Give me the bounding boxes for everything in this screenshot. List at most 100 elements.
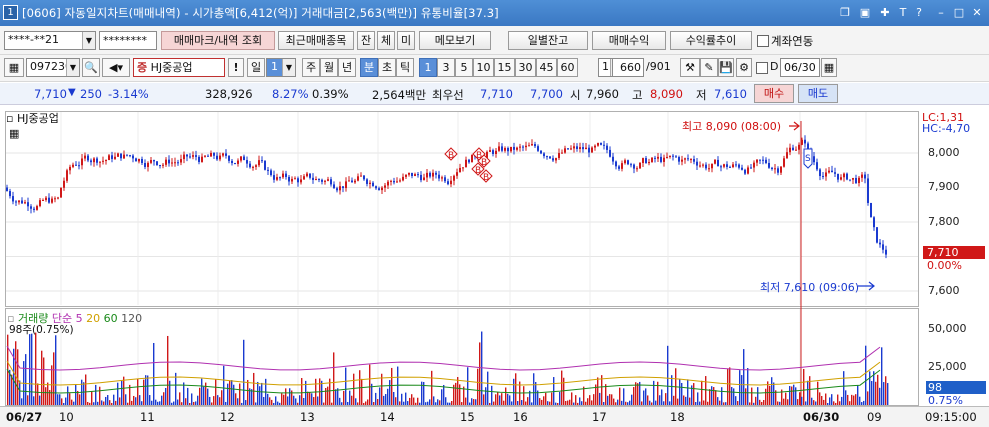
period-minute[interactable]: 분 bbox=[360, 58, 378, 77]
date-field[interactable]: 06/30 bbox=[780, 58, 820, 77]
volume-bar bbox=[187, 387, 189, 405]
candle-body bbox=[612, 156, 614, 162]
alert-icon[interactable]: ! bbox=[228, 58, 244, 77]
minute-3[interactable]: 3 bbox=[437, 58, 455, 77]
balance-button[interactable]: 잔 bbox=[357, 31, 375, 50]
stock-code-select[interactable]: 097230 ▼ bbox=[26, 58, 80, 77]
account-link-checkbox[interactable] bbox=[757, 35, 769, 47]
volume-bar bbox=[793, 384, 795, 405]
sell-button[interactable]: 매도 bbox=[798, 84, 838, 103]
candle-body bbox=[111, 155, 113, 159]
volume-bar bbox=[839, 401, 841, 405]
memo-button[interactable]: 메모보기 bbox=[419, 31, 491, 50]
volume-bar bbox=[157, 401, 159, 405]
pin-icon[interactable]: ✚ bbox=[878, 5, 892, 20]
volume-bar bbox=[397, 366, 399, 405]
volume-bar bbox=[37, 383, 39, 405]
window-restore-icon[interactable]: ❐ bbox=[838, 5, 852, 20]
volume-bar bbox=[63, 402, 65, 405]
candle-body bbox=[660, 156, 662, 162]
count-field[interactable]: 660 bbox=[612, 58, 644, 77]
candle-body bbox=[24, 202, 26, 204]
volume-bar bbox=[85, 374, 87, 405]
candle-body bbox=[423, 177, 425, 181]
date-checkbox[interactable] bbox=[756, 62, 768, 74]
trade-profit-button[interactable]: 매매수익 bbox=[592, 31, 666, 50]
candle-body bbox=[531, 144, 533, 146]
gear-icon[interactable]: ⚙ bbox=[736, 58, 752, 77]
recent-trades-button[interactable]: 최근매매종목 bbox=[278, 31, 354, 50]
candle-body bbox=[573, 146, 575, 149]
period-year[interactable]: 년 bbox=[338, 58, 356, 77]
candle-body bbox=[87, 155, 89, 161]
minute-30[interactable]: 30 bbox=[515, 58, 536, 77]
volume-bar bbox=[451, 401, 453, 405]
close-icon[interactable]: ✕ bbox=[970, 5, 984, 20]
period-value-select[interactable]: 1 ▼ bbox=[266, 58, 296, 77]
font-icon[interactable]: T bbox=[896, 5, 910, 20]
unfilled-button[interactable]: 미 bbox=[397, 31, 415, 50]
volume-bar bbox=[341, 402, 343, 405]
minute-1[interactable]: 1 bbox=[419, 58, 437, 77]
layout-icon[interactable]: ▦ bbox=[4, 58, 24, 77]
volume-bar bbox=[179, 392, 181, 405]
draw-icon[interactable]: ✎ bbox=[700, 58, 718, 77]
candle-body bbox=[720, 166, 722, 168]
maximize-icon[interactable]: □ bbox=[952, 5, 966, 20]
window-tile-icon[interactable]: ▣ bbox=[858, 5, 872, 20]
minute-45[interactable]: 45 bbox=[536, 58, 557, 77]
candle-body bbox=[201, 156, 203, 162]
volume-bar bbox=[721, 387, 723, 405]
minute-15[interactable]: 15 bbox=[494, 58, 515, 77]
buy-button[interactable]: 매수 bbox=[754, 84, 794, 103]
candle-body bbox=[135, 158, 137, 162]
minute-5[interactable]: 5 bbox=[455, 58, 473, 77]
speaker-icon[interactable]: ◀▾ bbox=[102, 58, 130, 77]
daily-balance-button[interactable]: 일별잔고 bbox=[508, 31, 588, 50]
help-icon[interactable]: ? bbox=[912, 5, 926, 20]
volume-bar bbox=[363, 402, 365, 405]
candle-body bbox=[798, 144, 800, 150]
volume-bar bbox=[749, 402, 751, 405]
minute-60[interactable]: 60 bbox=[557, 58, 578, 77]
period-day[interactable]: 일 bbox=[247, 58, 265, 77]
candle-body bbox=[459, 167, 461, 173]
account-select[interactable]: ****-**21 ▼ bbox=[4, 31, 96, 50]
volume-bar bbox=[787, 399, 789, 405]
volume-bar bbox=[635, 382, 637, 405]
chart-tool-icon[interactable]: ⚒ bbox=[680, 58, 700, 77]
candle-body bbox=[525, 145, 527, 148]
volume-bar bbox=[605, 384, 607, 405]
volume-bar bbox=[799, 392, 801, 405]
stock-name-field[interactable]: 증 HJ중공업 bbox=[133, 58, 225, 77]
minimize-icon[interactable]: – bbox=[934, 5, 948, 20]
candle-body bbox=[219, 155, 221, 160]
volume-bar bbox=[297, 402, 299, 405]
candle-body bbox=[822, 176, 824, 178]
candle-body bbox=[576, 146, 578, 149]
period-second[interactable]: 초 bbox=[378, 58, 396, 77]
password-field[interactable]: ******** bbox=[99, 31, 157, 50]
candle-body bbox=[495, 150, 497, 154]
trade-mark-button[interactable]: 매매마크/내역 조회 bbox=[161, 31, 275, 50]
period-month[interactable]: 월 bbox=[320, 58, 338, 77]
save-icon[interactable]: 💾 bbox=[718, 58, 734, 77]
return-trend-button[interactable]: 수익률추이 bbox=[670, 31, 752, 50]
calendar-icon[interactable]: ▦ bbox=[821, 58, 837, 77]
filled-button[interactable]: 체 bbox=[377, 31, 395, 50]
volume-bar bbox=[125, 394, 127, 405]
volume-bar bbox=[313, 397, 315, 405]
candle-body bbox=[375, 186, 377, 189]
volume-bar bbox=[65, 397, 67, 405]
volume-bar bbox=[337, 388, 339, 405]
minute-10[interactable]: 10 bbox=[473, 58, 494, 77]
end-time: 09:15:00 bbox=[925, 410, 977, 424]
volume-bar bbox=[693, 383, 695, 405]
search-icon[interactable]: 🔍 bbox=[82, 58, 100, 77]
candle-body bbox=[159, 165, 161, 167]
candle-body bbox=[345, 181, 347, 189]
candle-body bbox=[129, 155, 131, 157]
period-tick[interactable]: 틱 bbox=[396, 58, 414, 77]
period-week[interactable]: 주 bbox=[302, 58, 320, 77]
volume-bar bbox=[131, 400, 133, 405]
